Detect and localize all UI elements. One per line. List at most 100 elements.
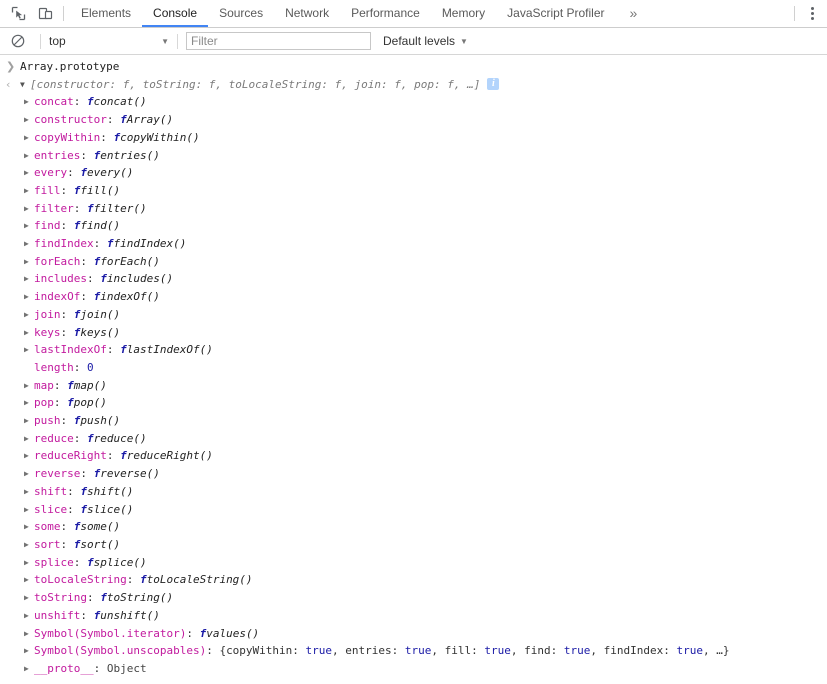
disclosure-triangle-icon[interactable]: ▶ xyxy=(24,164,34,182)
disclosure-triangle-icon[interactable]: ▶ xyxy=(24,642,34,660)
property-row[interactable]: ▶ concat: f concat() xyxy=(0,93,827,111)
disclosure-triangle-icon[interactable]: ▶ xyxy=(24,430,34,448)
property-value: slice() xyxy=(87,502,134,516)
disclosure-triangle-icon[interactable]: ▶ xyxy=(24,93,34,111)
property-row[interactable]: ▶ entries: f entries() xyxy=(0,147,827,165)
disclosure-triangle-icon[interactable]: ▶ xyxy=(24,324,34,342)
disclosure-triangle-icon[interactable]: ▶ xyxy=(24,660,34,678)
property-row[interactable]: ▶ find: f find() xyxy=(0,217,827,235)
property-row[interactable]: ▶ reverse: f reverse() xyxy=(0,465,827,483)
property-row[interactable]: ▶ forEach: f forEach() xyxy=(0,253,827,271)
disclosure-triangle-open-icon[interactable]: ▼ xyxy=(20,76,30,94)
property-row[interactable]: ▶ join: f join() xyxy=(0,306,827,324)
property-row[interactable]: ▶ some: f some() xyxy=(0,518,827,536)
property-row[interactable]: ▶ indexOf: f indexOf() xyxy=(0,288,827,306)
property-row[interactable]: ▶ fill: f fill() xyxy=(0,182,827,200)
property-row[interactable]: ▶ unshift: f unshift() xyxy=(0,607,827,625)
property-separator: : xyxy=(67,484,81,498)
property-row[interactable]: ▶ shift: f shift() xyxy=(0,483,827,501)
property-row[interactable]: ▶ includes: f includes() xyxy=(0,270,827,288)
disclosure-triangle-icon[interactable]: ▶ xyxy=(24,253,34,271)
disclosure-triangle-icon[interactable]: ▶ xyxy=(24,465,34,483)
property-row-unscopables[interactable]: ▶ Symbol(Symbol.unscopables) : { copyWit… xyxy=(0,642,827,660)
tab-console[interactable]: Console xyxy=(142,0,209,27)
disclosure-triangle-icon[interactable]: ▶ xyxy=(24,341,34,359)
tabs-overflow-icon[interactable]: » xyxy=(616,0,652,27)
function-keyword-icon: f xyxy=(120,343,127,357)
disclosure-triangle-icon[interactable]: ▶ xyxy=(24,270,34,288)
disclosure-triangle-icon[interactable]: ▶ xyxy=(24,483,34,501)
tab-elements[interactable]: Elements xyxy=(70,0,142,27)
property-row[interactable]: ▶ filter: f filter() xyxy=(0,200,827,218)
property-name: shift xyxy=(34,484,68,498)
console-output[interactable]: ❯ Array.prototype ‹ ▼ [constructor: f, t… xyxy=(0,55,827,678)
disclosure-triangle-icon[interactable]: ▶ xyxy=(24,536,34,554)
disclosure-triangle-icon[interactable]: ▶ xyxy=(24,111,34,129)
disclosure-triangle-icon[interactable]: ▶ xyxy=(24,589,34,607)
object-preview-colon: : xyxy=(292,644,306,658)
property-row[interactable]: ▶ toString: f toString() xyxy=(0,589,827,607)
property-row-proto[interactable]: ▶ __proto__ : Object xyxy=(0,660,827,678)
property-row[interactable]: ▶ reduce: f reduce() xyxy=(0,430,827,448)
property-row[interactable]: ▶ push: f push() xyxy=(0,412,827,430)
tab-memory[interactable]: Memory xyxy=(431,0,496,27)
property-row[interactable]: ▶ every: f every() xyxy=(0,164,827,182)
inspect-element-icon[interactable] xyxy=(8,4,28,24)
property-row[interactable]: ▶ keys: f keys() xyxy=(0,324,827,342)
property-row[interactable]: ▶ slice: f slice() xyxy=(0,501,827,519)
property-separator: : xyxy=(73,95,87,109)
object-preview-key: copyWithin xyxy=(226,644,293,658)
disclosure-triangle-icon[interactable]: ▶ xyxy=(24,607,34,625)
property-row[interactable]: ▶ lastIndexOf: f lastIndexOf() xyxy=(0,341,827,359)
clear-console-icon[interactable] xyxy=(8,31,28,51)
disclosure-triangle-icon[interactable]: ▶ xyxy=(24,412,34,430)
property-row[interactable]: ▶ findIndex: f findIndex() xyxy=(0,235,827,253)
property-row[interactable]: ▶ splice: f splice() xyxy=(0,554,827,572)
disclosure-triangle-icon[interactable]: ▶ xyxy=(24,288,34,306)
log-levels-selector[interactable]: Default levels ▼ xyxy=(383,34,468,48)
property-row[interactable]: ▶ constructor: f Array() xyxy=(0,111,827,129)
property-separator: : xyxy=(67,166,81,180)
disclosure-triangle-icon[interactable]: ▶ xyxy=(24,571,34,589)
disclosure-triangle-icon[interactable]: ▶ xyxy=(24,518,34,536)
more-options-icon[interactable] xyxy=(803,4,821,24)
property-row[interactable]: ▶ map: f map() xyxy=(0,377,827,395)
disclosure-triangle-icon[interactable]: ▶ xyxy=(24,394,34,412)
disclosure-triangle-icon[interactable]: ▶ xyxy=(24,129,34,147)
property-row[interactable]: ▶ sort: f sort() xyxy=(0,536,827,554)
property-separator: : xyxy=(126,573,140,587)
property-row[interactable]: ▶ pop: f pop() xyxy=(0,394,827,412)
tab-network[interactable]: Network xyxy=(274,0,340,27)
property-row[interactable]: ▶ toLocaleString: f toLocaleString() xyxy=(0,571,827,589)
toggle-device-toolbar-icon[interactable] xyxy=(35,4,55,24)
function-keyword-icon: f xyxy=(67,378,74,392)
property-name: join xyxy=(34,307,61,321)
property-value: values() xyxy=(206,626,260,640)
function-keyword-icon: f xyxy=(73,307,81,321)
disclosure-triangle-icon[interactable]: ▶ xyxy=(24,217,34,235)
filter-input[interactable] xyxy=(186,32,371,50)
disclosure-triangle-icon[interactable]: ▶ xyxy=(24,447,34,465)
property-row[interactable]: ▶ reduceRight: f reduceRight() xyxy=(0,447,827,465)
object-preview-value: true xyxy=(676,644,704,658)
tab-javascript-profiler[interactable]: JavaScript Profiler xyxy=(496,0,615,27)
disclosure-triangle-icon[interactable]: ▶ xyxy=(24,625,34,643)
object-preview-comma: , xyxy=(590,644,604,658)
console-result-line[interactable]: ‹ ▼ [constructor: f, toString: f, toLoca… xyxy=(0,76,827,94)
tab-sources[interactable]: Sources xyxy=(208,0,274,27)
property-row[interactable]: ▶ Symbol(Symbol.iterator): f values() xyxy=(0,625,827,643)
disclosure-triangle-icon[interactable]: ▶ xyxy=(24,554,34,572)
disclosure-triangle-icon[interactable]: ▶ xyxy=(24,377,34,395)
tab-performance[interactable]: Performance xyxy=(340,0,431,27)
property-row[interactable]: ▶ copyWithin: f copyWithin() xyxy=(0,129,827,147)
info-badge-icon[interactable]: i xyxy=(487,77,500,90)
disclosure-triangle-icon[interactable]: ▶ xyxy=(24,235,34,253)
property-separator: : xyxy=(106,113,121,127)
disclosure-triangle-icon[interactable]: ▶ xyxy=(24,182,34,200)
disclosure-triangle-icon[interactable]: ▶ xyxy=(24,147,34,165)
disclosure-triangle-icon[interactable]: ▶ xyxy=(24,200,34,218)
object-preview-colon: : xyxy=(550,644,564,658)
disclosure-triangle-icon[interactable]: ▶ xyxy=(24,306,34,324)
disclosure-triangle-icon[interactable]: ▶ xyxy=(24,501,34,519)
execution-context-selector[interactable]: top ▼ xyxy=(49,34,169,48)
